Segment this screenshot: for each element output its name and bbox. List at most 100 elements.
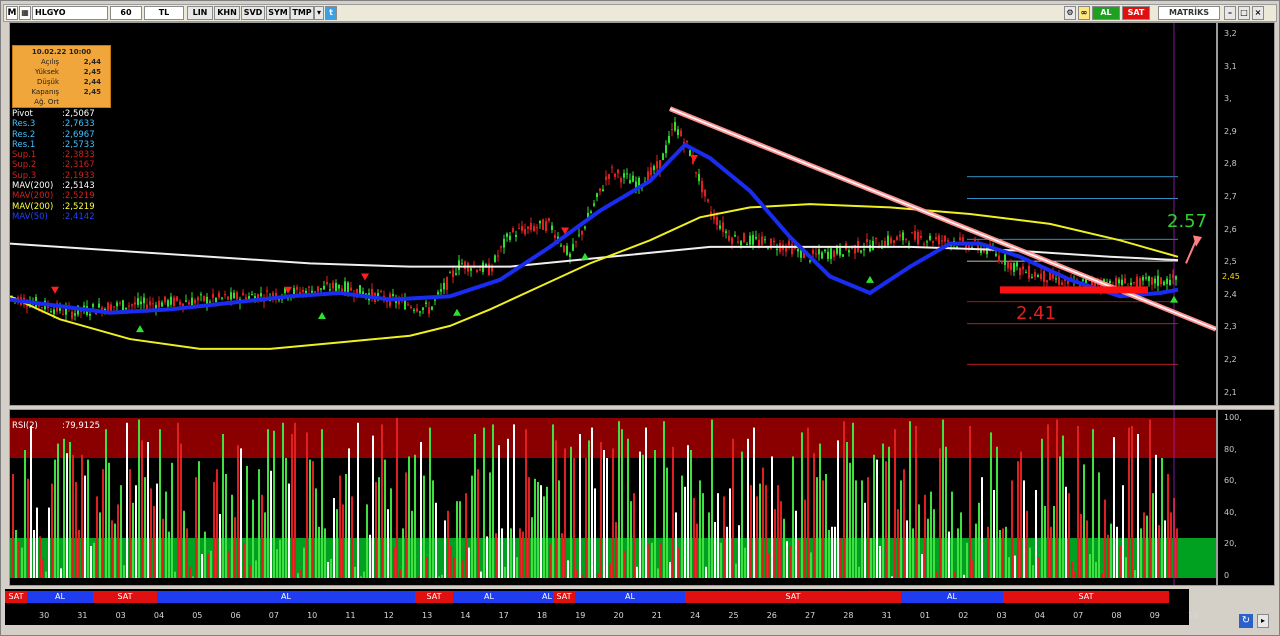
- rsi-bar: [720, 542, 722, 578]
- candle-body: [464, 261, 466, 269]
- rsi-bar: [981, 477, 983, 578]
- rsi-bar: [564, 448, 566, 578]
- rsi-bar: [87, 459, 89, 578]
- rsi-bar: [945, 446, 947, 578]
- tmp-button[interactable]: TMP: [290, 6, 314, 20]
- chart-toolbar: M ▦ HLGYO 60 TL LIN KHN SVD SYM TMP ▾ t …: [3, 4, 1277, 22]
- rsi-bar: [357, 422, 359, 578]
- candle-body: [533, 226, 535, 232]
- symbol-dropdown-icon[interactable]: ▦: [19, 6, 31, 20]
- lin-button[interactable]: LIN: [187, 6, 213, 20]
- maximize-icon[interactable]: □: [1238, 6, 1250, 20]
- rsi-chart[interactable]: RSI(2) :79,9125: [9, 409, 1217, 586]
- candle-body: [266, 290, 268, 292]
- candle-body: [1034, 272, 1036, 277]
- candle-body: [242, 292, 244, 296]
- candle-body: [89, 313, 91, 316]
- rsi-bar: [312, 461, 314, 578]
- rsi-bar: [1026, 510, 1028, 578]
- candle-body: [158, 300, 160, 308]
- candle-body: [434, 299, 436, 301]
- candle-body: [521, 226, 523, 231]
- indicator-row: MAV(200):2,5143: [12, 181, 122, 191]
- twitter-icon[interactable]: t: [325, 6, 337, 20]
- candle-body: [170, 296, 172, 305]
- candle-body: [755, 236, 757, 239]
- support-zone-bar: [1000, 286, 1148, 294]
- rsi-bar: [687, 445, 689, 578]
- svd-button[interactable]: SVD: [241, 6, 265, 20]
- buy-signal-segment: AL: [453, 591, 525, 603]
- candle-body: [272, 292, 274, 297]
- rsi-bar: [735, 563, 737, 578]
- indicator-row: Res.3:2,7633: [12, 119, 122, 129]
- candle-body: [1007, 261, 1009, 269]
- candle-body: [227, 296, 229, 300]
- rsi-bar: [954, 571, 956, 578]
- rsi-bar: [975, 523, 977, 578]
- chevron-down-icon[interactable]: ▾: [314, 6, 324, 20]
- candle-body: [656, 161, 658, 169]
- candle-body: [743, 233, 745, 243]
- candle-body: [833, 250, 835, 257]
- candle-body: [599, 188, 601, 192]
- rsi-bar: [888, 446, 890, 578]
- candle-body: [224, 294, 226, 296]
- candle-body: [500, 246, 502, 248]
- rsi-bar: [1167, 474, 1169, 578]
- candle-body: [620, 178, 622, 183]
- candle-body: [1157, 275, 1159, 286]
- candle-body: [1040, 273, 1042, 279]
- scroll-icon[interactable]: ▸: [1257, 614, 1269, 628]
- candle-body: [617, 169, 619, 174]
- rsi-bar: [276, 549, 278, 578]
- indicator-row: MAV(50):2,4142: [12, 212, 122, 222]
- rsi-bar: [894, 429, 896, 578]
- candle-body: [122, 300, 124, 311]
- rsi-bar: [681, 475, 683, 578]
- menu-icon[interactable]: M: [6, 6, 18, 20]
- infobox-row: Yüksek 2,45: [13, 67, 110, 77]
- rsi-bar: [405, 472, 407, 578]
- date-tick-label: 14: [460, 611, 471, 620]
- candle-body: [1055, 278, 1057, 280]
- rsi-bar: [303, 547, 305, 578]
- period-field[interactable]: 60: [110, 6, 142, 20]
- candle-body: [329, 289, 331, 291]
- buy-button[interactable]: AL: [1092, 6, 1120, 20]
- rsi-bar: [321, 429, 323, 578]
- rsi-bar: [597, 573, 599, 578]
- rsi-bar: [252, 499, 254, 578]
- candle-body: [728, 235, 730, 241]
- rsi-bar: [201, 554, 203, 578]
- close-icon[interactable]: ×: [1252, 6, 1264, 20]
- rsi-bar: [951, 491, 953, 578]
- candle-body: [479, 269, 481, 271]
- khn-button[interactable]: KHN: [214, 6, 240, 20]
- candle-body: [680, 130, 682, 137]
- rsi-bar: [882, 443, 884, 578]
- sell-button[interactable]: SAT: [1122, 6, 1150, 20]
- rsi-bar: [1092, 429, 1094, 578]
- candle-body: [107, 302, 109, 312]
- candle-body: [332, 282, 334, 289]
- currency-field[interactable]: TL: [144, 6, 184, 20]
- buy-arrow-icon: [581, 252, 589, 260]
- symbol-field[interactable]: HLGYO: [32, 6, 108, 20]
- minimize-icon[interactable]: –: [1224, 6, 1236, 20]
- price-chart[interactable]: 10.02.22 10:00 Açılış 2,44 Yüksek 2,45 Düşük…: [9, 22, 1217, 406]
- candle-body: [524, 229, 526, 235]
- candle-body: [422, 307, 424, 310]
- candle-body: [740, 240, 742, 246]
- rsi-bar: [1170, 512, 1172, 578]
- rsi-bar: [825, 474, 827, 578]
- candle-body: [611, 167, 613, 169]
- rsi-bar: [561, 533, 563, 578]
- candle-body: [233, 292, 235, 299]
- rsi-bar: [1023, 480, 1025, 578]
- link-icon[interactable]: ∞: [1078, 6, 1090, 20]
- sym-button[interactable]: SYM: [266, 6, 290, 20]
- settings-icon[interactable]: ⚙: [1064, 6, 1076, 20]
- refresh-icon[interactable]: ↻: [1239, 614, 1253, 628]
- rsi-bar: [693, 498, 695, 578]
